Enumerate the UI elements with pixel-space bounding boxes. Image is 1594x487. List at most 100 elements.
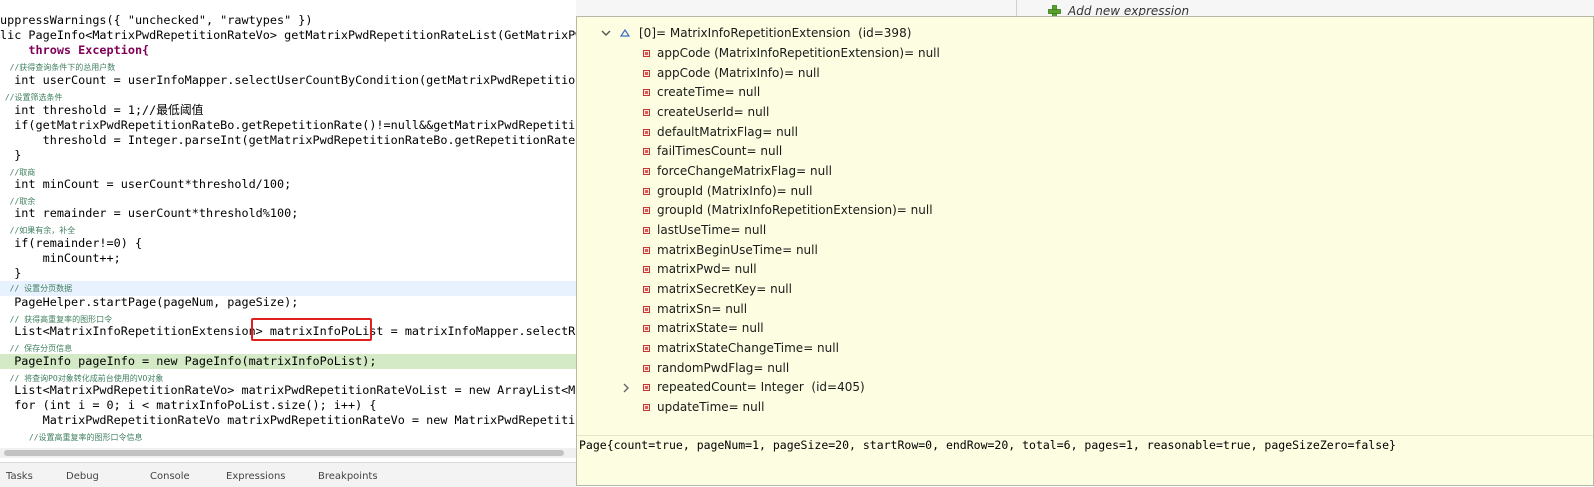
- horizontal-scrollbar[interactable]: [0, 448, 576, 458]
- statement: int threshold = 1;//最低阈值: [0, 103, 204, 117]
- private-field-icon: [643, 384, 650, 391]
- private-field-icon: [643, 365, 650, 372]
- statement: int minCount = userCount*threshold/100;: [0, 177, 292, 191]
- field-row[interactable]: appCode (MatrixInfo)= null: [657, 64, 820, 82]
- field-row[interactable]: matrixPwd= null: [657, 260, 757, 278]
- private-field-icon: [643, 168, 650, 175]
- private-field-icon: [643, 70, 650, 77]
- field-row[interactable]: matrixSecretKey= null: [657, 280, 792, 298]
- private-field-icon: [643, 325, 650, 332]
- field-row[interactable]: failTimesCount= null: [657, 142, 782, 160]
- variable-inspector-popup[interactable]: [0]= MatrixInfoRepetitionExtension (id=3…: [576, 16, 1594, 486]
- annotation: uppressWarnings({ "unchecked", "rawtypes…: [0, 13, 313, 27]
- private-field-icon: [643, 188, 650, 195]
- tab-console[interactable]: Console: [150, 471, 190, 487]
- chevron-right-icon[interactable]: [621, 383, 631, 393]
- comment-text: // 获得高重复率的图形口令: [0, 315, 113, 324]
- code-line: int userCount = userInfoMapper.selectUse…: [0, 73, 576, 88]
- root-node-label[interactable]: [0]= MatrixInfoRepetitionExtension (id=3…: [639, 24, 911, 42]
- comment-text: //设置筛选条件: [0, 93, 63, 102]
- code-comment: //设置高重复率的图形口令信息: [0, 430, 143, 445]
- current-line: PageInfo pageInfo = new PageInfo(matrixI…: [0, 354, 576, 369]
- comment-text: // 将查询PO对象转化成前台使用的VO对象: [0, 374, 164, 383]
- field-row[interactable]: defaultMatrixFlag= null: [657, 123, 798, 141]
- comment-text: //如果有余，补全: [0, 226, 76, 235]
- field-row[interactable]: createUserId= null: [657, 103, 769, 121]
- comment-text: //设置高重复率的图形口令信息: [0, 433, 143, 442]
- code-line: MatrixPwdRepetitionRateVo matrixPwdRepet…: [0, 413, 576, 428]
- code-line: }: [0, 266, 21, 281]
- detail-pane-separator: [577, 435, 1593, 436]
- array-element-icon: [620, 28, 630, 37]
- code-line: throws Exception{: [0, 43, 149, 58]
- highlighted-variable-box[interactable]: [251, 318, 372, 341]
- comment-text: // 保存分页信息: [0, 344, 73, 353]
- field-row[interactable]: matrixStateChangeTime= null: [657, 339, 839, 357]
- throws-clause: throws Exception{: [0, 43, 150, 57]
- code-editor[interactable]: uppressWarnings({ "unchecked", "rawtypes…: [0, 0, 576, 450]
- field-row[interactable]: forceChangeMatrixFlag= null: [657, 162, 832, 180]
- private-field-icon: [643, 247, 650, 254]
- statement: int remainder = userCount*threshold%100;: [0, 206, 299, 220]
- statement: PageInfo pageInfo = new PageInfo(matrixI…: [0, 354, 377, 368]
- private-field-icon: [643, 207, 650, 214]
- statement: threshold = Integer.parseInt(getMatrixPw…: [0, 133, 576, 147]
- comment-text: //获得查询条件下的总用户数: [0, 63, 116, 72]
- code-line: if(remainder!=0) {: [0, 236, 142, 251]
- bottom-view-tabs: Tasks Debug Console Expressions Breakpoi…: [0, 462, 576, 487]
- code-line: for (int i = 0; i < matrixInfoPoList.siz…: [0, 398, 376, 413]
- private-field-icon: [643, 345, 650, 352]
- private-field-icon: [643, 286, 650, 293]
- code-line: threshold = Integer.parseInt(getMatrixPw…: [0, 133, 576, 148]
- brace: }: [0, 148, 22, 162]
- comment-text: //取余: [0, 197, 36, 206]
- code-line: PageHelper.startPage(pageNum, pageSize);: [0, 295, 298, 310]
- code-line: minCount++;: [0, 251, 121, 266]
- code-line: lic PageInfo<MatrixPwdRepetitionRateVo> …: [0, 28, 576, 43]
- detail-pane-text[interactable]: Page{count=true, pageNum=1, pageSize=20,…: [579, 438, 1396, 452]
- comment-text: //取商: [0, 168, 36, 177]
- code-line: List<MatrixPwdRepetitionRateVo> matrixPw…: [0, 383, 576, 398]
- variable-tree[interactable]: [0]= MatrixInfoRepetitionExtension (id=3…: [577, 17, 1593, 435]
- tab-tasks[interactable]: Tasks: [6, 471, 33, 487]
- statement: int userCount = userInfoMapper.selectUse…: [0, 73, 576, 87]
- tab-breakpoints[interactable]: Breakpoints: [318, 471, 378, 487]
- field-row[interactable]: randomPwdFlag= null: [657, 359, 789, 377]
- statement: MatrixPwdRepetitionRateVo matrixPwdRepet…: [0, 413, 576, 427]
- statement: List<MatrixPwdRepetitionRateVo> matrixPw…: [0, 383, 576, 397]
- code-line: uppressWarnings({ "unchecked", "rawtypes…: [0, 13, 313, 28]
- statement: if(remainder!=0) {: [0, 236, 143, 250]
- code-line: if(getMatrixPwdRepetitionRateBo.getRepet…: [0, 118, 576, 133]
- field-row[interactable]: groupId (MatrixInfoRepetitionExtension)=…: [657, 201, 933, 219]
- private-field-icon: [643, 227, 650, 234]
- comment-text: // 设置分页数据: [0, 284, 73, 293]
- field-row[interactable]: createTime= null: [657, 83, 760, 101]
- statement: minCount++;: [0, 251, 121, 265]
- statement: for (int i = 0; i < matrixInfoPoList.siz…: [0, 398, 377, 412]
- code-line: int minCount = userCount*threshold/100;: [0, 177, 291, 192]
- tab-debug[interactable]: Debug: [66, 471, 99, 487]
- field-row[interactable]: groupId (MatrixInfo)= null: [657, 182, 812, 200]
- field-row[interactable]: matrixSn= null: [657, 300, 747, 318]
- code-line: int threshold = 1;//最低阈值: [0, 103, 203, 118]
- field-row[interactable]: matrixState= null: [657, 319, 764, 337]
- statement: if(getMatrixPwdRepetitionRateBo.getRepet…: [0, 118, 576, 132]
- private-field-icon: [643, 266, 650, 273]
- code-comment: // 设置分页数据: [0, 281, 576, 296]
- private-field-icon: [643, 148, 650, 155]
- code-line: int remainder = userCount*threshold%100;: [0, 206, 298, 221]
- chevron-down-icon[interactable]: [601, 28, 611, 38]
- code-line: }: [0, 148, 21, 163]
- tab-expressions[interactable]: Expressions: [226, 471, 286, 487]
- private-field-icon: [643, 129, 650, 136]
- field-row[interactable]: lastUseTime= null: [657, 221, 766, 239]
- private-field-icon: [643, 404, 650, 411]
- private-field-icon: [643, 89, 650, 96]
- method-signature: lic PageInfo<MatrixPwdRepetitionRateVo> …: [0, 28, 576, 42]
- private-field-icon: [643, 109, 650, 116]
- field-row[interactable]: appCode (MatrixInfoRepetitionExtension)=…: [657, 44, 940, 62]
- field-row[interactable]: updateTime= null: [657, 398, 764, 416]
- field-row-expandable[interactable]: repeatedCount= Integer (id=405): [657, 378, 865, 396]
- field-row[interactable]: matrixBeginUseTime= null: [657, 241, 818, 259]
- scrollbar-thumb[interactable]: [4, 450, 564, 456]
